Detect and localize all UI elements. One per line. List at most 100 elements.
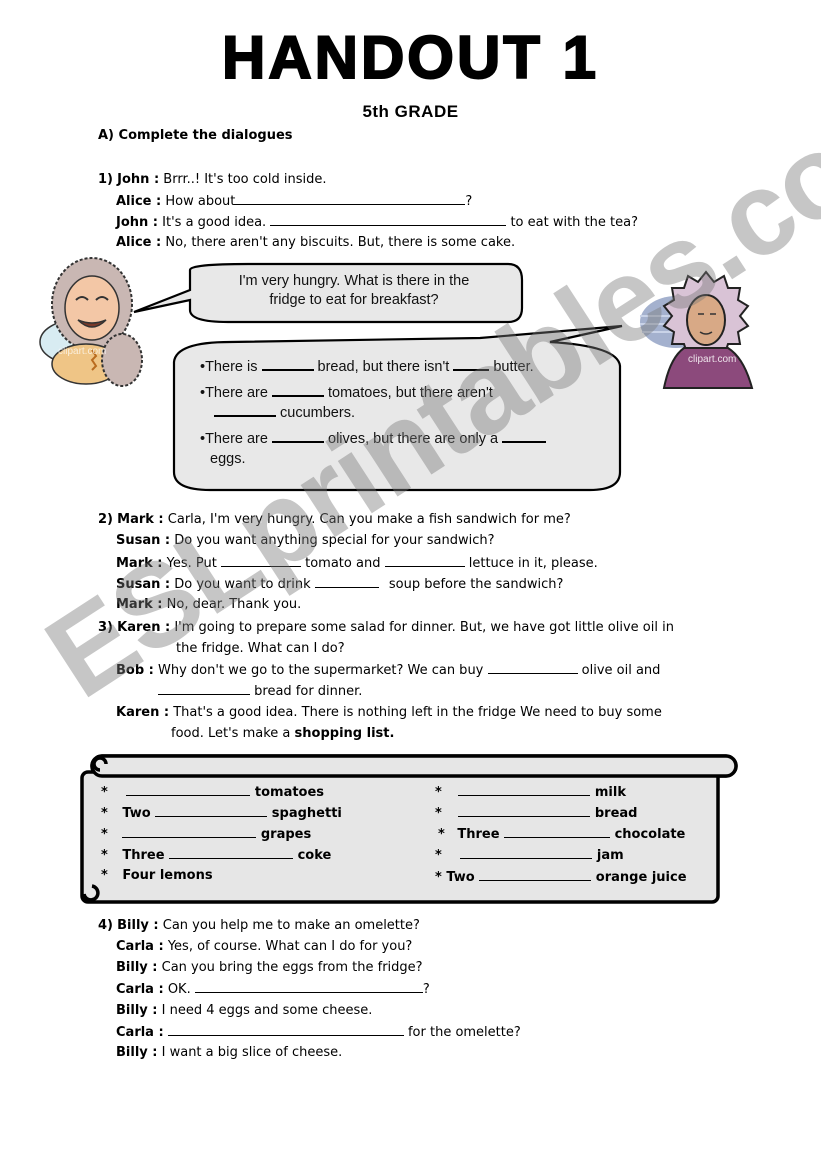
dialogue-text: I need 4 eggs and some cheese. <box>161 1003 373 1018</box>
shopping-list-item: * Four lemons <box>101 868 213 883</box>
dialogue-number: 4) <box>98 918 113 933</box>
shopping-list-item: * Two orange juice <box>435 868 687 885</box>
dialogue-text: Do you want to drink <box>174 577 311 592</box>
clipart-watermark: clipart.com <box>688 354 736 365</box>
speaker-name: Billy : <box>116 1045 158 1060</box>
dialogue-line-continued: the fridge. What can I do? <box>176 641 345 656</box>
handout-title: HANDOUT 1 <box>221 24 599 91</box>
answer-blank[interactable] <box>169 846 294 859</box>
dialogue-text: olive oil and <box>581 663 661 678</box>
dialogue-line: Susan : Do you want anything special for… <box>116 532 495 550</box>
star-icon: * <box>101 827 108 842</box>
answer-blank[interactable] <box>271 429 324 443</box>
bubble-bullet-item-continued: cucumbers. <box>200 403 546 423</box>
answer-blank[interactable] <box>126 783 251 796</box>
item-name: milk <box>594 785 626 800</box>
star-icon: * <box>435 785 442 800</box>
dialogue-text: lettuce in it, please. <box>468 556 598 571</box>
answer-blank[interactable] <box>122 825 257 838</box>
bubble-text: eggs. <box>210 451 246 467</box>
answer-blank[interactable] <box>453 357 490 371</box>
speaker-name: Alice : <box>116 194 162 209</box>
star-icon: * <box>438 827 445 842</box>
item-name: bread <box>594 806 638 821</box>
dialogue-text: Can you bring the eggs from the fridge? <box>161 960 423 975</box>
answer-blank[interactable] <box>235 192 466 205</box>
grade-subtitle: 5th GRADE <box>362 102 459 121</box>
speaker-name: Carla : <box>116 982 164 997</box>
answer-blank[interactable] <box>458 804 591 817</box>
answer-blank[interactable] <box>460 846 593 859</box>
star-icon: * <box>101 868 108 883</box>
answer-blank[interactable] <box>384 554 465 567</box>
answer-blank[interactable] <box>502 429 547 443</box>
dialogue-line: Billy : Can you bring the eggs from the … <box>116 959 423 977</box>
dialogue-line: Karen : That's a good idea. There is not… <box>116 704 662 722</box>
shopping-list-item: * Two spaghetti <box>101 804 342 821</box>
dialogue-text: ? <box>422 982 430 997</box>
dialogue-line: Bob : Why don't we go to the supermarket… <box>116 661 660 680</box>
item-name: chocolate <box>614 827 686 842</box>
speaker-name: Carla : <box>116 939 164 954</box>
star-icon: * <box>435 806 442 821</box>
speaker-name: Billy : <box>116 960 158 975</box>
eskimo-woman-illustration: clipart.com <box>640 270 754 389</box>
bubble-text-line: fridge to eat for breakfast? <box>269 292 439 308</box>
answer-blank[interactable] <box>194 980 423 993</box>
answer-blank[interactable] <box>504 825 611 838</box>
answer-blank[interactable] <box>220 554 301 567</box>
answer-blank[interactable] <box>487 661 578 674</box>
answer-bubble: •There is bread, but there isn't butter.… <box>200 357 547 469</box>
answer-blank[interactable] <box>458 783 591 796</box>
bubble-bullet-item: •There are olives, but there are only a <box>200 429 547 449</box>
dialogue-text: Carla, I'm very hungry. Can you make a f… <box>167 512 571 527</box>
shopping-list-label: shopping list. <box>294 726 395 741</box>
answer-blank[interactable] <box>271 383 324 397</box>
answer-blank[interactable] <box>155 804 268 817</box>
bubble-bullet-item: •There are tomatoes, but there aren't <box>200 383 546 403</box>
dialogue-text: to eat with the tea? <box>510 215 638 230</box>
answer-blank[interactable] <box>261 357 314 371</box>
speaker-name: Karen : <box>116 705 170 720</box>
speaker-name: Billy : <box>116 1003 158 1018</box>
answer-blank[interactable] <box>270 213 507 226</box>
dialogue-line: Alice : How about? <box>116 192 472 211</box>
dialogue-text: I want a big slice of cheese. <box>161 1045 343 1060</box>
dialogue-text: food. Let's make a <box>171 726 291 741</box>
bubble-text: olives, but there are only a <box>328 431 499 447</box>
bubble-text: There are <box>205 385 268 401</box>
dialogue-number: 3) <box>98 620 113 635</box>
speaker-name: Mark : <box>116 556 163 571</box>
answer-blank[interactable] <box>167 1023 404 1036</box>
bubble-text: There are <box>205 431 268 447</box>
item-quantity: Three <box>122 848 165 863</box>
bubble-bullet-item: •There is bread, but there isn't butter. <box>200 357 546 377</box>
answer-blank[interactable] <box>479 868 592 881</box>
star-icon: * <box>101 806 108 821</box>
dialogue-line: Carla : Yes, of course. What can I do fo… <box>116 938 412 956</box>
dialogue-line: Mark : Yes. Put tomato and lettuce in it… <box>116 554 598 573</box>
dialogue-line-continued: bread for dinner. <box>158 682 362 701</box>
speaker-name: Karen : <box>117 620 171 635</box>
dialogue-line: 1) John : Brrr..! It's too cold inside. <box>98 171 326 189</box>
item-name: orange juice <box>595 870 687 885</box>
item-name: coke <box>297 848 332 863</box>
speaker-name: Mark : <box>116 597 163 612</box>
question-bubble: I'm very hungry. What is there in the fr… <box>195 272 513 310</box>
bubble-bullet-item-continued: eggs. <box>200 449 546 469</box>
shopping-list-item: * tomatoes <box>101 783 324 800</box>
shopping-list-item: * milk <box>435 783 626 800</box>
answer-blank[interactable] <box>158 682 250 695</box>
dialogue-text: soup before the sandwich? <box>388 577 564 592</box>
dialogue-text: Brrr..! It's too cold inside. <box>163 172 327 187</box>
dialogue-text: Yes. Put <box>166 556 217 571</box>
answer-blank[interactable] <box>214 403 276 417</box>
item-quantity: Three <box>457 827 500 842</box>
dialogue-line: Alice : No, there aren't any biscuits. B… <box>116 234 515 252</box>
dialogue-line-continued: food. Let's make a shopping list. <box>171 725 394 743</box>
dialogue-text: Why don't we go to the supermarket? We c… <box>158 663 484 678</box>
speaker-name: Susan : <box>116 577 171 592</box>
speaker-name: Alice : <box>116 235 162 250</box>
answer-blank[interactable] <box>314 575 379 588</box>
speaker-name: Carla : <box>116 1025 164 1040</box>
